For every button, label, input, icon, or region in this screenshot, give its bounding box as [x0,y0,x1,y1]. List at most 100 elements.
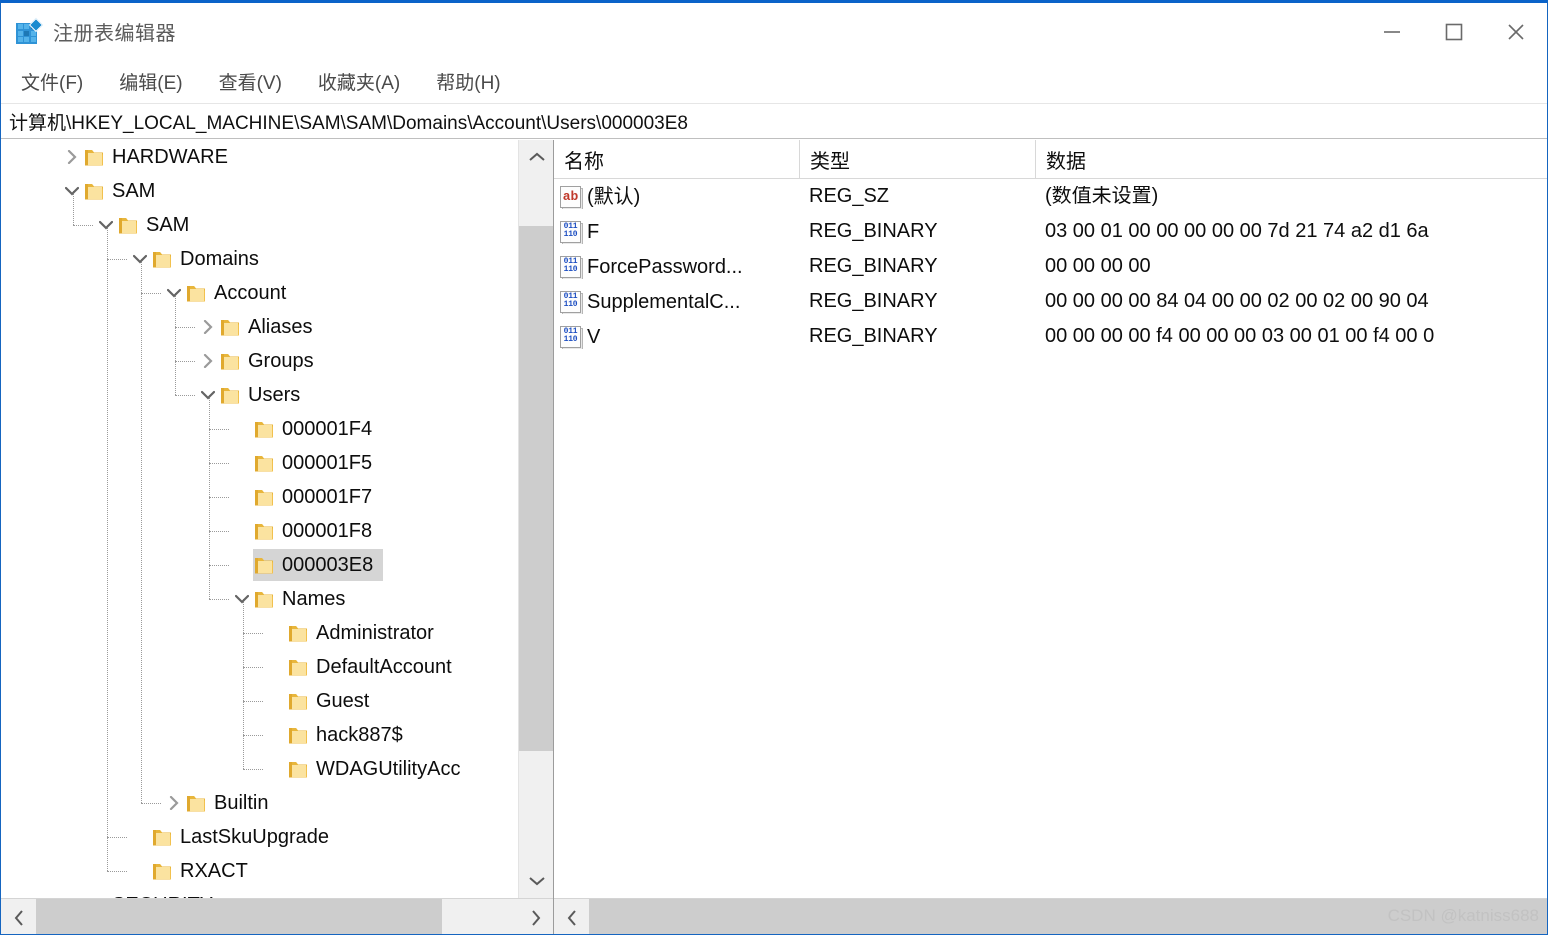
menu-favorites[interactable]: 收藏夹(A) [316,66,402,97]
scroll-right-icon[interactable] [518,899,553,934]
tree-node[interactable]: 000001F8 [1,514,519,548]
tree-node-label: Guest [316,690,370,712]
tree-node-label: Names [282,588,346,610]
values-list[interactable]: ab (默认) REG_SZ (数值未设置) 011 110 F REG_BINARY 03 0… [554,179,1547,898]
tree-node-label: 000001F4 [282,418,373,440]
values-row[interactable]: ab (默认) REG_SZ (数值未设置) [554,179,1547,214]
tree-node-label: HARDWARE [112,146,228,168]
value-data: 00 00 00 00 84 04 00 00 02 00 02 00 90 0… [1045,291,1429,312]
scroll-up-icon[interactable] [519,140,553,174]
tree-node-label: Account [214,282,287,304]
tree-node-label: hack887$ [316,724,403,746]
chevron-down-icon[interactable] [61,180,83,202]
tree-node-spacer [265,656,287,678]
menu-view[interactable]: 查看(V) [217,66,284,97]
tree-node-spacer [61,894,83,898]
scroll-left-icon[interactable] [1,899,36,934]
chevron-right-icon[interactable] [197,350,219,372]
folder-icon [151,248,173,270]
column-header-name[interactable]: 名称 [554,140,799,179]
chevron-down-icon[interactable] [197,384,219,406]
tree-node-spacer [231,418,253,440]
folder-icon [83,180,105,202]
value-type: REG_BINARY [809,290,938,312]
folder-icon [83,894,105,898]
values-column-header: 名称 类型 数据 [554,139,1547,179]
chevron-down-icon[interactable] [95,214,117,236]
value-data: 00 00 00 00 f4 00 00 00 03 00 01 00 f4 0… [1045,326,1435,347]
tree-node[interactable]: Groups [1,344,519,378]
tree-node[interactable]: 000001F5 [1,446,519,480]
tree-node[interactable]: 000001F7 [1,480,519,514]
tree-node[interactable]: Users [1,378,519,412]
binary-value-icon: 011 110 [559,255,583,279]
scroll-down-icon[interactable] [519,864,553,898]
value-type: REG_SZ [809,185,890,207]
menu-edit[interactable]: 编辑(E) [117,66,184,97]
folder-icon [253,588,275,610]
tree-scrollbar-thumb[interactable] [519,226,553,751]
minimize-button[interactable] [1361,3,1423,60]
column-header-type[interactable]: 类型 [799,139,1035,179]
registry-editor-icon [15,17,44,45]
tree-node-spacer [265,622,287,644]
folder-icon [117,214,139,236]
tree-node-label: LastSkuUpgrade [180,826,329,848]
tree-node[interactable]: RXACT [1,854,519,888]
values-scroll-left-icon[interactable] [554,899,589,934]
chevron-down-icon[interactable] [129,248,151,270]
chevron-down-icon[interactable] [231,588,253,610]
tree-hscrollbar-thumb[interactable] [36,899,442,934]
tree-node[interactable]: LastSkuUpgrade [1,820,519,854]
folder-icon [185,792,207,814]
values-row[interactable]: 011 110 V REG_BINARY 00 00 00 00 f4 00 00 00… [554,319,1547,354]
folder-icon [253,418,275,440]
tree-node[interactable]: SAM [1,174,519,208]
value-name: F [587,220,600,243]
menu-file[interactable]: 文件(F) [19,66,85,97]
tree-node-label: SAM [112,180,156,202]
tree-node[interactable]: Names [1,582,519,616]
folder-icon [151,860,173,882]
value-name: ForcePassword... [587,255,743,278]
values-hscrollbar-thumb[interactable] [589,899,1547,934]
tree-node[interactable]: Aliases [1,310,519,344]
column-header-data[interactable]: 数据 [1035,139,1547,179]
tree-node[interactable]: HARDWARE [1,140,519,174]
window-title: 注册表编辑器 [53,23,176,45]
close-button[interactable] [1485,3,1547,60]
tree-node-label: Builtin [214,792,269,814]
chevron-right-icon[interactable] [197,316,219,338]
tree-node-list: HARDWARE SAM SAM Domains Account Aliases Group… [1,140,519,898]
tree-vertical-scrollbar[interactable] [518,140,553,898]
address-bar[interactable]: 计算机\HKEY_LOCAL_MACHINE\SAM\SAM\Domains\A… [1,104,1547,139]
tree-pane: HARDWARE SAM SAM Domains Account Aliases Group… [1,140,554,934]
menu-help[interactable]: 帮助(H) [434,66,502,97]
values-row[interactable]: 011 110 F REG_BINARY 03 00 01 00 00 00 00 00… [554,214,1547,249]
chevron-right-icon[interactable] [61,146,83,168]
folder-icon [83,146,105,168]
folder-icon [185,282,207,304]
tree-view[interactable]: HARDWARE SAM SAM Domains Account Aliases Group… [1,140,553,898]
tree-node-spacer [129,860,151,882]
tree-node-label: Groups [248,350,314,372]
tree-node[interactable]: SECURITY [1,888,519,898]
tree-node[interactable]: Domains [1,242,519,276]
values-row[interactable]: 011 110 ForcePassword... REG_BINARY 00 00 00… [554,249,1547,284]
tree-node[interactable]: Account [1,276,519,310]
chevron-down-icon[interactable] [163,282,185,304]
tree-node[interactable]: 000001F4 [1,412,519,446]
tree-node[interactable]: Builtin [1,786,519,820]
folder-icon [253,554,275,576]
maximize-button[interactable] [1423,3,1485,60]
values-row[interactable]: 011 110 SupplementalC... REG_BINARY 00 00 00… [554,284,1547,319]
value-name: (默认) [587,185,641,208]
chevron-right-icon[interactable] [163,792,185,814]
value-data: (数值未设置) [1045,186,1159,207]
tree-node[interactable]: 000003E8 [1,548,519,582]
tree-horizontal-scrollbar[interactable] [1,898,553,934]
tree-node-label: WDAGUtilityAcc [316,758,461,780]
folder-icon [253,486,275,508]
values-horizontal-scrollbar[interactable] [554,898,1547,934]
content-area: HARDWARE SAM SAM Domains Account Aliases Group… [1,139,1547,934]
